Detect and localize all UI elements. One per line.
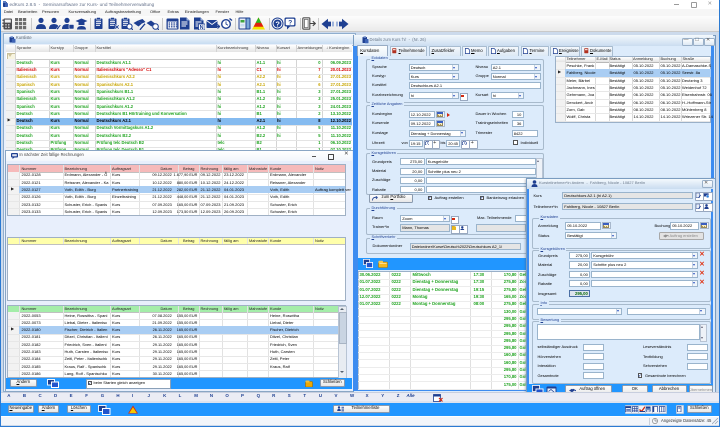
svg-text:N: N: [199, 25, 203, 30]
svg-text:?: ?: [275, 20, 280, 29]
svg-text:?: ?: [288, 20, 292, 27]
